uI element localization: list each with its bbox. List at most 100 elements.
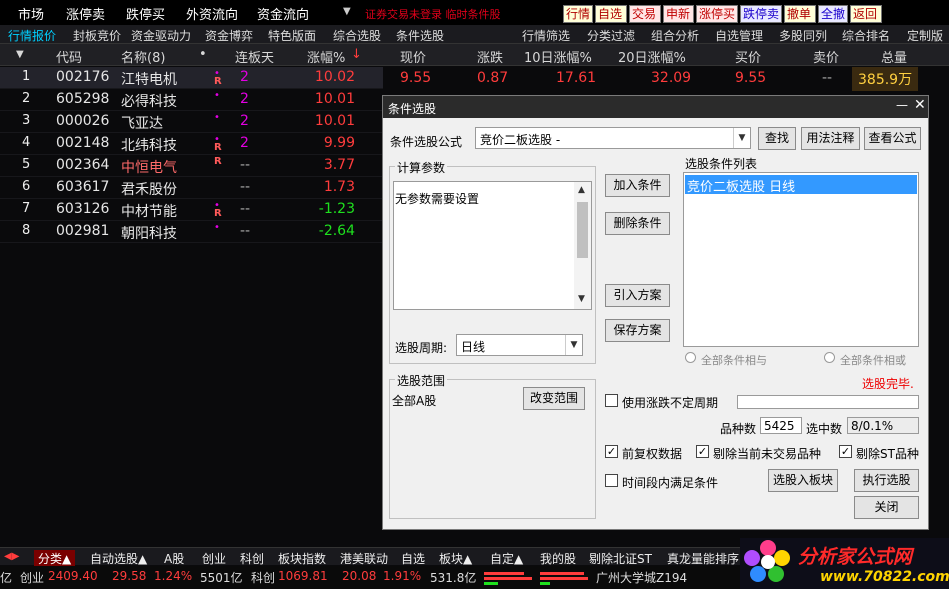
to-block-button[interactable]: 选股入板块 xyxy=(768,469,838,492)
col-dot[interactable]: • xyxy=(199,47,207,62)
nav-left-icon[interactable]: ◀▶ xyxy=(4,551,19,562)
quick-button[interactable]: 返回 xyxy=(850,5,882,23)
adjusted-data-checkbox[interactable]: ✓ xyxy=(605,445,618,458)
close-button[interactable]: 关闭 xyxy=(854,496,919,519)
chevron-down-icon[interactable]: ▼ xyxy=(343,6,351,17)
list-item[interactable]: 竞价二板选股 日线 xyxy=(685,175,917,195)
stock-code: 002176 xyxy=(56,69,110,85)
find-button[interactable]: 查找 xyxy=(758,127,796,150)
quick-button[interactable]: 涨停买 xyxy=(696,5,738,23)
flag-icons: • xyxy=(214,91,220,101)
quick-button[interactable]: 自选 xyxy=(595,5,627,23)
table-row[interactable]: 8 002981 朝阳科技 • -- -2.64 xyxy=(0,221,383,243)
quick-button[interactable]: 全撤 xyxy=(818,5,848,23)
tab-combined-pick[interactable]: 综合选股 xyxy=(333,27,381,44)
save-scheme-button[interactable]: 保存方案 xyxy=(605,319,670,342)
chevron-down-icon[interactable]: ▼ xyxy=(733,128,750,148)
quick-button[interactable]: 撤单 xyxy=(784,5,816,23)
radio-and[interactable] xyxy=(685,352,696,363)
chevron-down-icon[interactable]: ▼ xyxy=(578,294,585,304)
col-code[interactable]: 代码 xyxy=(56,47,82,66)
menu-market[interactable]: 市场 xyxy=(18,4,44,23)
col-20d[interactable]: 20日涨幅% xyxy=(618,47,686,66)
import-scheme-button[interactable]: 引入方案 xyxy=(605,284,670,307)
quick-button[interactable]: 交易 xyxy=(629,5,661,23)
col-total[interactable]: 总量 xyxy=(881,47,907,66)
radio-or[interactable] xyxy=(824,352,835,363)
quick-button[interactable]: 跌停卖 xyxy=(740,5,782,23)
quick-button[interactable]: 行情 xyxy=(563,5,593,23)
tab-a-share[interactable]: A股 xyxy=(164,550,184,567)
tab-custom-def[interactable]: 自定▲ xyxy=(490,550,523,567)
delete-condition-button[interactable]: 删除条件 xyxy=(605,212,670,235)
tab-multi-stock[interactable]: 多股同列 xyxy=(779,27,827,44)
tab-block[interactable]: 板块▲ xyxy=(439,550,472,567)
table-row[interactable]: 7 603126 中材节能 • R -- -1.23 xyxy=(0,199,383,221)
close-icon[interactable]: ✕ xyxy=(914,97,926,113)
menu-capital-flow[interactable]: 资金流向 xyxy=(257,4,309,23)
menu-limit-down-buy[interactable]: 跌停买 xyxy=(126,4,165,23)
view-formula-button[interactable]: 查看公式 xyxy=(864,127,921,150)
tab-ranking[interactable]: 综合排名 xyxy=(842,27,890,44)
tab-screen[interactable]: 行情筛选 xyxy=(522,27,570,44)
exclude-untraded-label: 剔除当前未交易品种 xyxy=(713,447,822,461)
scroll-thumb[interactable] xyxy=(577,202,588,258)
col-limit-days[interactable]: 连板天 xyxy=(235,47,274,66)
change-range-button[interactable]: 改变范围 xyxy=(523,387,585,410)
tab-star[interactable]: 科创 xyxy=(240,550,264,567)
tab-feature-layout[interactable]: 特色版面 xyxy=(268,27,316,44)
table-row[interactable]: 2 605298 必得科技 • 2 10.01 xyxy=(0,89,383,111)
tab-custom[interactable]: 定制版 xyxy=(907,27,943,44)
minimize-icon[interactable]: — xyxy=(896,98,908,112)
exclude-untraded-checkbox[interactable]: ✓ xyxy=(696,445,709,458)
tab-portfolio[interactable]: 组合分析 xyxy=(651,27,699,44)
exclude-st-checkbox[interactable]: ✓ xyxy=(839,445,852,458)
time-range-checkbox[interactable] xyxy=(605,474,618,487)
tab-category[interactable]: 分类▲ xyxy=(34,550,76,567)
table-row[interactable]: 6 603617 君禾股份 -- 1.73 xyxy=(0,177,383,199)
menu-limit-up-sell[interactable]: 涨停卖 xyxy=(66,4,105,23)
col-name[interactable]: 名称(8) xyxy=(121,47,165,66)
stock-name: 北纬科技 xyxy=(121,138,177,154)
tab-exclude-bse-st[interactable]: 剔除北证ST xyxy=(589,550,652,567)
chevron-down-icon[interactable]: ▼ xyxy=(565,335,582,355)
table-row[interactable]: 3 000026 飞亚达 • 2 10.01 xyxy=(0,111,383,133)
tab-volume-rank[interactable]: 真龙量能排序 xyxy=(667,550,739,567)
period-select[interactable]: 日线 ▼ xyxy=(456,334,583,356)
col-bid[interactable]: 买价 xyxy=(735,47,761,66)
formula-label: 条件选股公式 xyxy=(390,135,463,149)
use-period-checkbox[interactable] xyxy=(605,394,618,407)
menu-foreign-flow[interactable]: 外资流向 xyxy=(186,4,238,23)
formula-select[interactable]: 竞价二板选股 - ▼ xyxy=(475,127,751,149)
table-row[interactable]: 5 002364 中恒电气 R -- 3.77 xyxy=(0,155,383,177)
tab-hk-us[interactable]: 港美联动 xyxy=(340,550,388,567)
tab-block-index[interactable]: 板块指数 xyxy=(278,550,326,567)
tab-quotes[interactable]: 行情报价 xyxy=(8,27,56,44)
period-input[interactable] xyxy=(737,395,919,409)
add-condition-button[interactable]: 加入条件 xyxy=(605,174,670,197)
tab-auto-pick[interactable]: 自动选股▲ xyxy=(90,550,147,567)
tab-capital-game[interactable]: 资金博弈 xyxy=(205,27,253,44)
tab-watchlist-mgmt[interactable]: 自选管理 xyxy=(715,27,763,44)
usage-button[interactable]: 用法注释 xyxy=(801,127,860,150)
col-change[interactable]: 涨跌 xyxy=(477,47,503,66)
tab-chinext[interactable]: 创业 xyxy=(202,550,226,567)
tab-seal-bid[interactable]: 封板竞价 xyxy=(73,27,121,44)
tab-capital-drive[interactable]: 资金驱动力 xyxy=(131,27,191,44)
table-row[interactable]: 1 002176 江特电机 • R 2 10.02 xyxy=(0,67,383,89)
chevron-up-icon[interactable]: ▲ xyxy=(578,185,585,195)
params-scrollbar[interactable]: ▲ ▼ xyxy=(574,182,591,309)
quick-button[interactable]: 申新 xyxy=(663,5,694,23)
col-ask[interactable]: 卖价 xyxy=(813,47,839,66)
tab-watchlist[interactable]: 自选 xyxy=(401,550,425,567)
execute-button[interactable]: 执行选股 xyxy=(854,469,919,492)
tab-filter[interactable]: 分类过滤 xyxy=(587,27,635,44)
tab-condition-pick[interactable]: 条件选股 xyxy=(396,27,444,44)
sort-icon[interactable]: ▼ xyxy=(16,49,24,60)
col-price[interactable]: 现价 xyxy=(400,47,426,66)
col-pct[interactable]: 涨幅% xyxy=(307,47,345,66)
table-row[interactable]: 4 002148 北纬科技 • R 2 9.99 xyxy=(0,133,383,155)
condition-list[interactable]: 竞价二板选股 日线 xyxy=(683,172,919,347)
col-10d[interactable]: 10日涨幅% xyxy=(524,47,592,66)
tab-my-stocks[interactable]: 我的股 xyxy=(540,550,576,567)
